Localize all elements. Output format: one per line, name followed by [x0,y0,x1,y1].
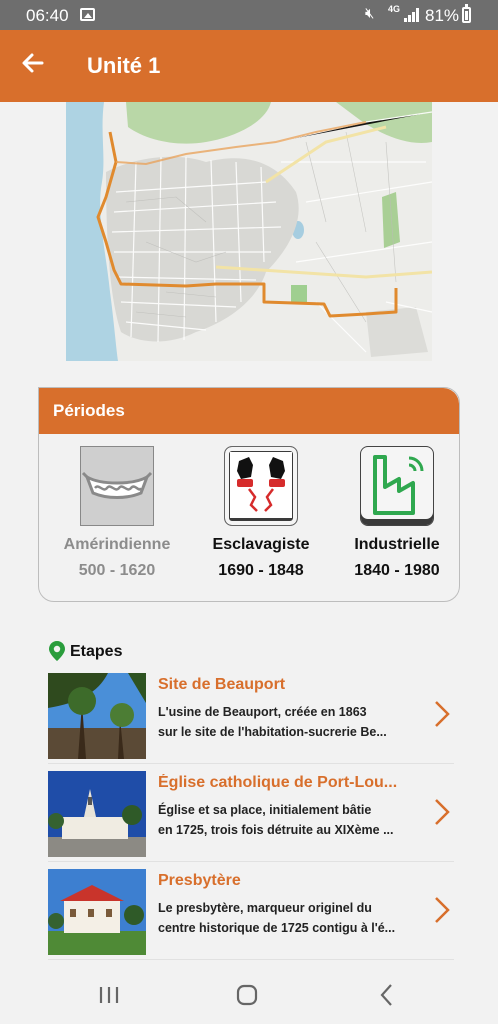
page-title: Unité 1 [87,53,161,78]
broken-chains-icon [224,446,298,526]
battery-level: 81% [425,6,460,25]
stage-photo [48,869,146,955]
back-icon[interactable] [372,980,402,1010]
period-name: Esclavagiste [212,536,310,553]
chevron-right-icon[interactable] [432,798,452,826]
period-years: 500 - 1620 [78,562,156,579]
canoe-icon [80,446,154,526]
period-name: Industrielle [354,536,440,553]
period-amerindienne[interactable]: Amérindienne 500 - 1620 [47,446,187,580]
recent-apps-icon[interactable] [94,980,124,1010]
stages-title: Etapes [70,643,123,660]
app-bar: Unité 1 [0,30,498,102]
stage-description: Le presbytère, marqueur originel du cent… [158,901,396,935]
stage-title: Site de Beauport [158,676,286,693]
stage-title: Église catholique de Port-Lou... [158,774,398,791]
home-icon[interactable] [232,980,262,1010]
periods-card: Périodes Amérindienne 500 - 1620 Esclava… [38,387,460,602]
period-years: 1690 - 1848 [218,562,304,579]
period-name: Amérindienne [63,536,171,553]
system-nav-bar [0,964,498,1024]
period-industrielle[interactable]: Industrielle 1840 - 1980 [327,446,459,580]
stage-item[interactable]: Site de Beauport L'usine de Beauport, cr… [48,670,454,764]
status-bar: 06:40 🔇︎ 4G 81% [0,0,498,30]
stage-title: Presbytère [158,872,241,889]
periods-heading: Périodes [39,388,459,434]
chevron-right-icon[interactable] [432,896,452,924]
network-type: 4G [388,4,401,14]
back-arrow-icon[interactable] [18,48,48,78]
period-esclavagiste[interactable]: Esclavagiste 1690 - 1848 [191,446,331,580]
stage-description: L'usine de Beauport, créée en 1863 sur l… [158,705,387,739]
clock: 06:40 [26,6,69,25]
stage-photo [48,673,146,759]
map-pin-icon [48,640,66,667]
stage-description: Église et sa place, initialement bâtie e… [158,803,394,837]
stage-item[interactable]: Presbytère Le presbytère, marqueur origi… [48,866,454,960]
gallery-notification-icon [80,8,95,21]
signal-icon [404,8,420,22]
factory-icon [360,446,434,526]
chevron-right-icon[interactable] [432,700,452,728]
mute-icon: 🔇︎ [365,5,375,22]
period-years: 1840 - 1980 [354,562,440,579]
stage-item[interactable]: Église catholique de Port-Lou... Église … [48,768,454,862]
battery-icon [462,4,471,23]
route-map[interactable] [66,102,432,361]
stage-photo [48,771,146,857]
